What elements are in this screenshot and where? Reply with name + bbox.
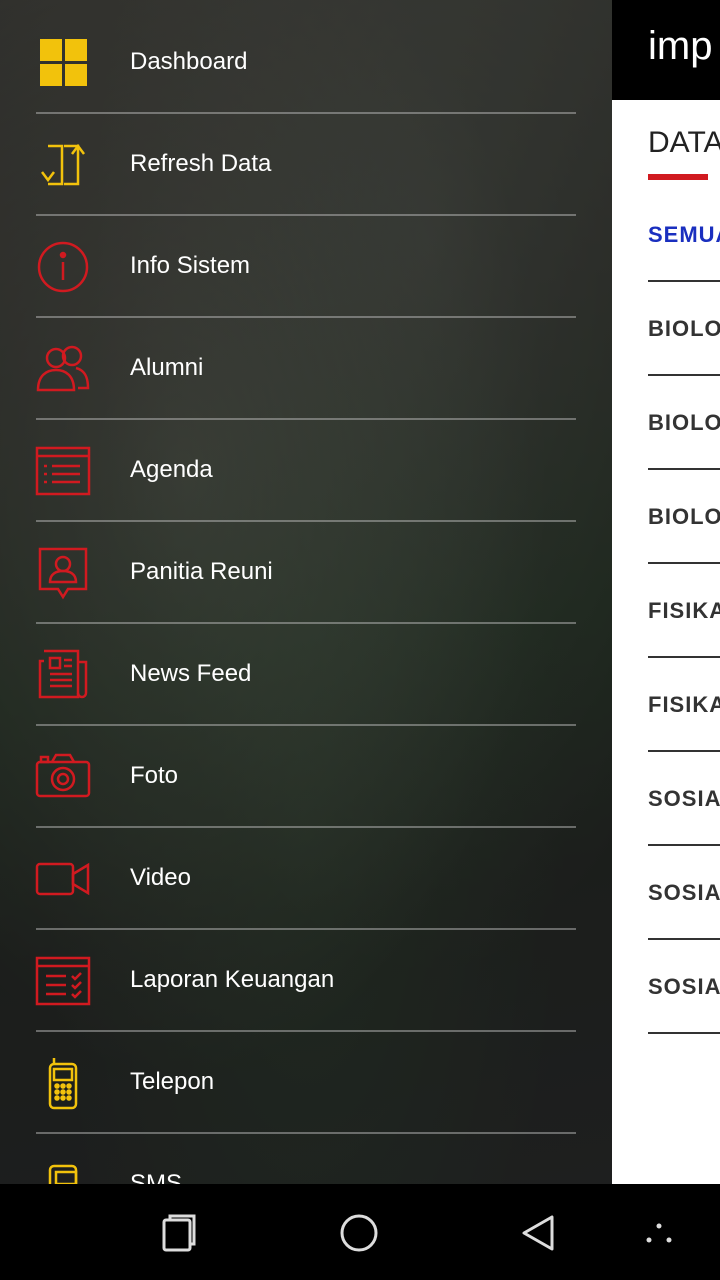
- checklist-icon: [35, 956, 91, 1006]
- list-item-label: FISIKA: [648, 598, 720, 623]
- menu-item-news-feed[interactable]: News Feed: [0, 624, 612, 726]
- app-title: imp: [648, 24, 713, 68]
- menu-item-sms[interactable]: SMS: [0, 1134, 612, 1184]
- menu-item-panitia-reuni[interactable]: Panitia Reuni: [0, 522, 612, 624]
- menu-item-label: Telepon: [130, 1068, 215, 1095]
- list-item[interactable]: SOSIA: [648, 752, 720, 846]
- menu-item-refresh-data[interactable]: Refresh Data: [0, 114, 612, 216]
- menu-item-video[interactable]: Video: [0, 828, 612, 930]
- list-item[interactable]: SEMUA: [648, 188, 720, 282]
- list-item[interactable]: BIOLO: [648, 282, 720, 376]
- list-item-label: BIOLO: [648, 504, 720, 529]
- menu-item-laporan-keuangan[interactable]: Laporan Keuangan: [0, 930, 612, 1032]
- menu-item-alumni[interactable]: Alumni: [0, 318, 612, 420]
- menu-item-dashboard[interactable]: Dashboard: [0, 12, 612, 114]
- newspaper-icon: [38, 649, 88, 699]
- menu-item-label: Agenda: [130, 456, 213, 483]
- more-dots-icon[interactable]: [634, 1208, 684, 1258]
- list-item-label: BIOLO: [648, 316, 720, 341]
- contact-icon: [38, 547, 88, 600]
- menu-item-agenda[interactable]: Agenda: [0, 420, 612, 522]
- list-item-label: SOSIA: [648, 974, 720, 999]
- recent-apps-icon[interactable]: [155, 1208, 205, 1258]
- menu-item-label: Alumni: [130, 354, 204, 381]
- app-header: imp: [612, 0, 720, 100]
- tab-data[interactable]: DATA: [648, 126, 720, 160]
- list-item[interactable]: BIOLO: [648, 376, 720, 470]
- list-item-label: SOSIA: [648, 786, 720, 811]
- menu-item-label: Video: [130, 864, 191, 891]
- menu-item-label: Foto: [130, 762, 179, 789]
- people-icon: [36, 345, 90, 392]
- category-list: SEMUA BIOLO BIOLO BIOLO FISIKA FISIKA SO…: [648, 188, 720, 1034]
- menu-item-foto[interactable]: Foto: [0, 726, 612, 828]
- list-item[interactable]: FISIKA: [648, 658, 720, 752]
- back-icon[interactable]: [514, 1208, 564, 1258]
- menu-item-label: Panitia Reuni: [130, 558, 273, 585]
- menu-item-label: Dashboard: [130, 48, 248, 75]
- menu-item-label: Refresh Data: [130, 150, 272, 177]
- system-nav-bar: [0, 1184, 720, 1280]
- main-content: imp DATA SEMUA BIOLO BIOLO BIOLO FISIKA …: [612, 0, 720, 1184]
- navigation-drawer: Dashboard Refresh Data Info Sistem Alumn…: [0, 0, 612, 1184]
- list-item[interactable]: SOSIA: [648, 940, 720, 1034]
- info-icon: [37, 241, 89, 293]
- refresh-icon: [41, 143, 85, 186]
- sms-icon: [48, 1164, 78, 1184]
- menu-item-info-sistem[interactable]: Info Sistem: [0, 216, 612, 318]
- phone-icon: [48, 1058, 78, 1110]
- menu-item-telepon[interactable]: Telepon: [0, 1032, 612, 1134]
- menu-item-label: SMS: [130, 1170, 183, 1184]
- list-item-label: BIOLO: [648, 410, 720, 435]
- agenda-icon: [35, 446, 91, 496]
- camera-icon: [35, 753, 91, 798]
- list-item-label: SOSIA: [648, 880, 720, 905]
- list-item-label: FISIKA: [648, 692, 720, 717]
- menu-item-label: Info Sistem: [130, 252, 251, 279]
- home-icon[interactable]: [334, 1208, 384, 1258]
- menu-item-label: Laporan Keuangan: [130, 966, 335, 993]
- dashboard-icon: [40, 39, 87, 86]
- menu-item-label: News Feed: [130, 660, 252, 687]
- list-item[interactable]: FISIKA: [648, 564, 720, 658]
- video-icon: [35, 862, 90, 896]
- drawer-menu: Dashboard Refresh Data Info Sistem Alumn…: [0, 12, 612, 1184]
- tab-indicator: [648, 174, 708, 180]
- list-item-label: SEMUA: [648, 222, 720, 247]
- list-item[interactable]: BIOLO: [648, 470, 720, 564]
- list-item[interactable]: SOSIA: [648, 846, 720, 940]
